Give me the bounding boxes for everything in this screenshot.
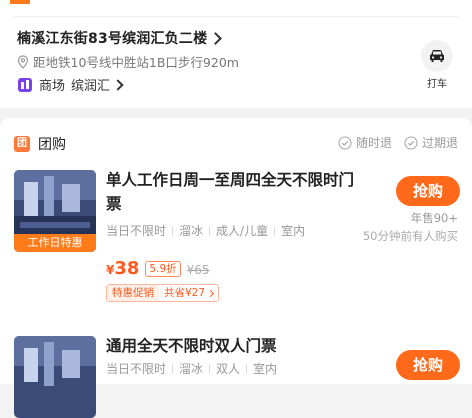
guarantee-label: 过期退 [421, 136, 458, 150]
deal-tags: 当日不限时 溜冰 成人/儿童 室内 [106, 222, 305, 239]
thumbnail-tag: 工作日特惠 [14, 234, 96, 252]
check-circle-icon [338, 135, 352, 150]
group-buy-card: 团 团购 随时退 过期退 工作日特惠 单人工作日周一至周四全天不限时门票 当日不… [0, 118, 472, 418]
car-icon [430, 50, 444, 62]
promo-label: 特惠促销 [107, 285, 159, 301]
chevron-right-icon [112, 78, 124, 91]
tag-separator [209, 225, 211, 236]
taxi-icon-wrap [421, 40, 453, 72]
deal-thumbnail[interactable] [14, 336, 96, 418]
subway-info: 距地铁10号线中胜站1B口步行920m [17, 52, 239, 71]
rink-photo [14, 336, 96, 418]
top-accent-bar [10, 0, 30, 4]
deal-tag: 当日不限时 [106, 362, 167, 376]
price-value: 38 [114, 258, 140, 279]
original-price: ¥65 [186, 263, 210, 277]
mall-name: 缤润汇 [71, 79, 111, 94]
guarantee-refund-expired: 过期退 [404, 134, 458, 151]
deal-tag: 成人/儿童 [216, 224, 269, 238]
check-circle-icon [404, 135, 418, 150]
deal-tag: 溜冰 [179, 362, 204, 376]
group-buy-title: 团购 [38, 137, 66, 153]
group-buy-badge-icon: 团 [14, 136, 30, 152]
divider [14, 16, 458, 17]
mall-icon [18, 77, 32, 92]
discount-badge: 5.9折 [145, 261, 181, 277]
address-row[interactable]: 楠溪江东街83号缤润汇负二楼 [17, 28, 223, 48]
buy-button[interactable]: 抢购 [396, 176, 460, 206]
mall-link[interactable]: 商场 缤润汇 [17, 75, 124, 94]
mall-prefix: 商场 [39, 79, 66, 94]
promo-tag[interactable]: 特惠促销 共省¥27 [106, 284, 220, 302]
deal-tags: 当日不限时 溜冰 双人 室内 [106, 360, 277, 377]
promo-savings: 共省¥27 [159, 285, 218, 301]
chevron-right-icon [207, 289, 215, 297]
recent-purchase: 50分钟前有人购买 [362, 229, 458, 243]
deal-thumbnail[interactable]: 工作日特惠 [14, 170, 96, 252]
deal-name[interactable]: 通用全天不限时双人门票 [106, 334, 356, 358]
deal-tag: 室内 [281, 224, 306, 238]
tag-separator [209, 363, 211, 374]
tag-separator [246, 363, 248, 374]
deal-tag: 室内 [253, 362, 278, 376]
deal-tag: 溜冰 [179, 224, 204, 238]
subway-text: 距地铁10号线中胜站1B口步行920m [33, 55, 239, 70]
tag-separator [172, 363, 174, 374]
group-buy-header: 团 团购 [14, 134, 66, 154]
buy-button[interactable]: 抢购 [396, 350, 460, 380]
location-pin-icon [17, 54, 29, 69]
price-row: ¥ 38 5.9折 ¥65 [106, 258, 210, 279]
location-card: 楠溪江东街83号缤润汇负二楼 距地铁10号线中胜站1B口步行920m 商场 缤润… [0, 0, 472, 108]
deal-tag: 双人 [216, 362, 241, 376]
deal-name[interactable]: 单人工作日周一至周四全天不限时门票 [106, 168, 356, 216]
deal-tag: 当日不限时 [106, 224, 167, 238]
guarantee-label: 随时退 [355, 136, 392, 150]
guarantees: 随时退 过期退 [326, 134, 458, 151]
guarantee-refund-anytime: 随时退 [338, 134, 392, 151]
address-text: 楠溪江东街83号缤润汇负二楼 [17, 31, 208, 47]
annual-sales: 年售90+ [410, 211, 458, 225]
tag-separator [172, 225, 174, 236]
taxi-label: 打车 [427, 79, 447, 90]
price-currency: ¥ [106, 263, 115, 277]
tag-separator [274, 225, 276, 236]
taxi-button[interactable]: 打车 [419, 40, 455, 90]
promo-savings-text: 共省¥27 [164, 287, 206, 299]
chevron-right-icon [209, 31, 223, 45]
